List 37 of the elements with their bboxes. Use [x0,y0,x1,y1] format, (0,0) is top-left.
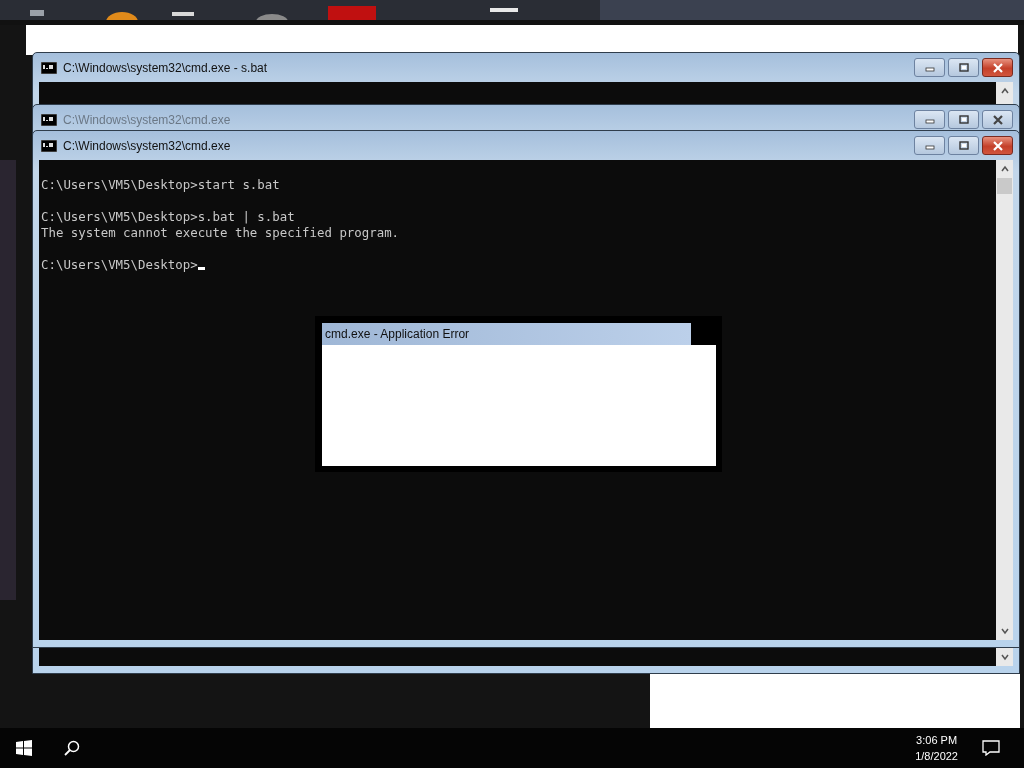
close-icon [991,62,1004,73]
close-icon [991,140,1004,151]
terminal-icon [41,61,57,74]
scroll-up-icon[interactable] [999,87,1010,95]
maximize-button[interactable] [948,58,979,77]
scroll-down-icon[interactable] [999,653,1010,661]
console-line: C:\Users\VM5\Desktop>s.bat | s.bat [41,209,295,225]
start-icon[interactable] [16,740,32,756]
scroll-down-icon[interactable] [999,627,1010,635]
scroll-up-icon[interactable] [999,165,1010,173]
maximize-icon [957,62,970,73]
console-line: C:\Users\VM5\Desktop> [41,257,198,273]
terminal-icon [41,139,57,152]
scroll-thumb[interactable] [997,178,1012,194]
terminal-icon [41,113,57,126]
window-title: C:\Windows\system32\cmd.exe [63,112,231,127]
maximize-button[interactable] [948,110,979,129]
maximize-button[interactable] [948,136,979,155]
clock-date[interactable]: 1/8/2022 [915,748,958,764]
window-title: C:\Windows\system32\cmd.exe - s.bat [63,60,268,75]
minimize-button[interactable] [914,58,945,77]
dialog-title: cmd.exe - Application Error [325,327,470,341]
scrollbar[interactable] [996,160,1013,640]
console-line: C:\Users\VM5\Desktop>start s.bat [41,177,280,193]
minimize-button[interactable] [914,110,945,129]
window-title: C:\Windows\system32\cmd.exe [63,138,231,153]
close-button[interactable] [982,58,1013,77]
maximize-icon [957,140,970,151]
close-button[interactable] [982,136,1013,155]
console-line: The system cannot execute the specified program. [41,225,400,241]
close-icon [991,114,1004,125]
search-icon[interactable] [64,740,80,756]
maximize-icon [957,114,970,125]
close-button[interactable] [982,110,1013,129]
notification-icon[interactable] [982,740,1000,756]
minimize-button[interactable] [914,136,945,155]
clock-time[interactable]: 3:06 PM [916,732,958,748]
